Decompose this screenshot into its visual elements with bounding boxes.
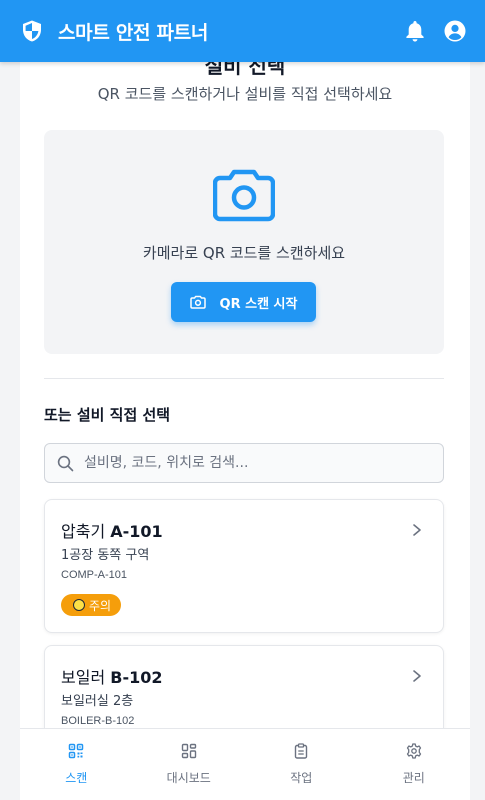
nav-item-admin[interactable]: 관리	[358, 729, 471, 800]
dashboard-icon	[181, 743, 196, 759]
main-content: 설비 선택 QR 코드를 스캔하거나 설비를 직접 선택하세요 카메라로 QR …	[20, 62, 470, 728]
equipment-location: 1공장 동쪽 구역	[61, 548, 150, 563]
account-button[interactable]	[443, 19, 467, 43]
page-heading: 설비 선택	[204, 62, 286, 78]
equipment-card[interactable]: 보일러 B-102 보일러실 2층 BOILER-B-102	[44, 645, 444, 728]
equipment-search	[44, 443, 444, 483]
camera-icon	[213, 169, 275, 222]
equipment-name: 압축기 A-101	[61, 522, 163, 541]
status-label: 주의	[89, 598, 112, 613]
nav-label-dashboard: 대시보드	[166, 771, 211, 785]
chevron-right-icon	[413, 524, 421, 536]
nav-item-tasks[interactable]: 작업	[245, 729, 358, 800]
search-input[interactable]	[84, 455, 443, 471]
notifications-button[interactable]	[403, 19, 427, 43]
app-bar: 스마트 안전 파트너	[0, 0, 485, 62]
start-scan-button[interactable]: QR 스캔 시작	[171, 282, 316, 322]
shield-icon	[23, 20, 41, 42]
equipment-name: 보일러 B-102	[61, 668, 163, 687]
qr-icon	[69, 743, 84, 759]
equipment-code: COMP-A-101	[61, 569, 128, 581]
manual-select-label: 또는 설비 직접 선택	[44, 406, 171, 424]
gear-icon	[406, 743, 421, 759]
nav-item-dashboard[interactable]: 대시보드	[133, 729, 246, 800]
bell-icon	[406, 21, 424, 42]
nav-item-scan[interactable]: 스캔	[20, 729, 133, 800]
chevron-right-icon	[413, 670, 421, 682]
nav-label-scan: 스캔	[65, 771, 88, 785]
app-title: 스마트 안전 파트너	[58, 21, 209, 44]
equipment-code: BOILER-B-102	[61, 715, 135, 727]
section-divider	[44, 378, 444, 379]
camera-icon	[189, 295, 206, 309]
clipboard-icon	[295, 743, 308, 759]
equipment-card[interactable]: 압축기 A-101 1공장 동쪽 구역 COMP-A-101 주의	[44, 499, 444, 633]
status-badge: 주의	[61, 594, 122, 616]
equipment-location: 보일러실 2층	[61, 694, 134, 709]
start-scan-label: QR 스캔 시작	[219, 296, 298, 312]
warning-dot-icon	[73, 599, 85, 611]
search-icon	[57, 455, 74, 471]
bottom-navigation: 스캔 대시보드 작업 관리	[20, 728, 470, 800]
nav-label-admin: 관리	[402, 771, 425, 785]
user-icon	[444, 20, 466, 42]
nav-label-tasks: 작업	[290, 771, 313, 785]
page-subtitle: QR 코드를 스캔하거나 설비를 직접 선택하세요	[97, 85, 393, 103]
qr-scan-area: 카메라로 QR 코드를 스캔하세요 QR 스캔 시작	[44, 130, 444, 354]
scan-prompt: 카메라로 QR 코드를 스캔하세요	[142, 244, 346, 262]
